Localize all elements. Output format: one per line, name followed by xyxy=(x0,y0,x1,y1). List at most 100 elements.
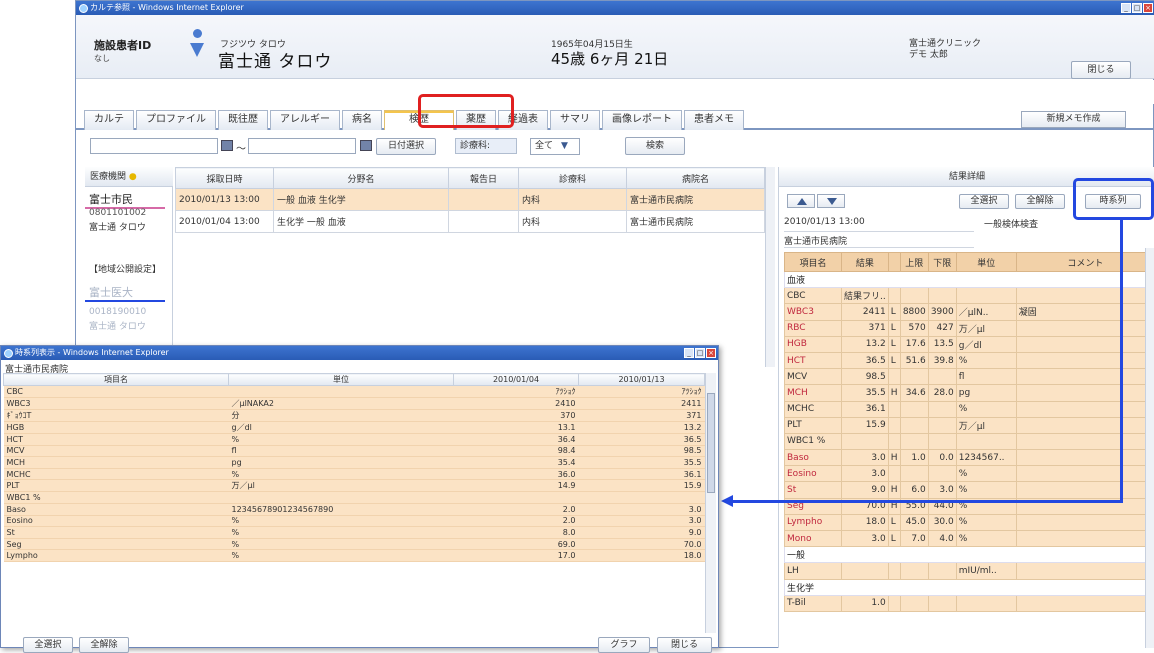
select-all-button[interactable]: 全選択 xyxy=(959,194,1009,209)
tab-allergy[interactable]: アレルギー xyxy=(270,110,340,130)
popup-cell: % xyxy=(229,527,454,539)
tab-summary[interactable]: サマリ xyxy=(550,110,600,130)
result-cell xyxy=(1016,482,1154,498)
popup-row[interactable]: CBCｱﾂｼｮｸｱﾂｼｮｸ xyxy=(4,386,705,398)
result-row[interactable]: CBC結果フリ.. xyxy=(785,288,1154,304)
popup-close-x-button[interactable]: × xyxy=(706,348,716,358)
popup-deselect-all-button[interactable]: 全解除 xyxy=(79,637,129,653)
minimize-button[interactable]: _ xyxy=(1121,3,1131,13)
window-close-button[interactable]: × xyxy=(1143,3,1153,13)
popup-close-button[interactable]: 閉じる xyxy=(657,637,712,653)
popup-select-all-button[interactable]: 全選択 xyxy=(23,637,73,653)
result-row[interactable]: RBC371L570427万／μl xyxy=(785,320,1154,336)
result-col-header[interactable]: 結果 xyxy=(842,253,889,272)
result-row[interactable]: MCHC36.1% xyxy=(785,401,1154,417)
popup-row[interactable]: ｷﾞｮｳｺT分370371 xyxy=(4,410,705,422)
graph-button[interactable]: グラフ xyxy=(598,637,650,653)
result-row[interactable]: St9.0H6.03.0% xyxy=(785,482,1154,498)
table-row[interactable]: 2010/01/04 13:00 生化学 一般 血液 内科 富士通市民病院 xyxy=(176,211,765,233)
result-row[interactable]: Baso3.0H1.00.01234567.. xyxy=(785,450,1154,466)
result-row[interactable]: T-Bil1.0 xyxy=(785,595,1154,611)
calendar-to-icon[interactable] xyxy=(360,140,372,151)
next-arrow-button[interactable] xyxy=(817,194,845,208)
tab-profile[interactable]: プロファイル xyxy=(136,110,216,130)
result-row[interactable]: MCV98.5fl xyxy=(785,369,1154,385)
tab-disease[interactable]: 病名 xyxy=(342,110,382,130)
popup-row[interactable]: MCHpg35.435.5 xyxy=(4,457,705,469)
date-from-input[interactable] xyxy=(90,138,218,154)
popup-row[interactable]: WBC1 % xyxy=(4,492,705,504)
result-row[interactable]: 生化学 xyxy=(785,579,1154,595)
dept-select[interactable]: 全て▼ xyxy=(530,138,580,155)
popup-row[interactable]: WBC3／μlNAKA224102411 xyxy=(4,398,705,410)
result-row[interactable]: MCH35.5H34.628.0pg xyxy=(785,385,1154,401)
result-cell: 4.0 xyxy=(928,531,956,547)
result-row[interactable]: HCT36.5L51.639.8% xyxy=(785,352,1154,368)
popup-row[interactable]: MCVfl98.498.5 xyxy=(4,445,705,457)
tab-history[interactable]: 既往歴 xyxy=(218,110,268,130)
result-col-header[interactable]: 下限 xyxy=(928,253,956,272)
col-header[interactable]: 分野名 xyxy=(274,168,449,189)
popup-row[interactable]: HGBg／dl13.113.2 xyxy=(4,422,705,434)
popup-row[interactable]: Lympho%17.018.0 xyxy=(4,550,705,562)
popup-col-header[interactable]: 単位 xyxy=(229,374,454,386)
result-cell: L xyxy=(888,514,900,530)
popup-row[interactable]: St%8.09.0 xyxy=(4,527,705,539)
facility-name-2[interactable]: 富士医大 xyxy=(85,284,165,302)
result-row[interactable]: WBC1 % xyxy=(785,433,1154,449)
result-col-header[interactable]: 単位 xyxy=(956,253,1016,272)
popup-cell: MCV xyxy=(4,445,229,457)
result-row[interactable]: LHmIU/ml.. xyxy=(785,563,1154,579)
result-row[interactable]: Mono3.0L7.04.0% xyxy=(785,531,1154,547)
col-header[interactable]: 採取日時 xyxy=(176,168,274,189)
result-cell: MCV xyxy=(785,369,842,385)
calendar-from-icon[interactable] xyxy=(221,140,233,151)
col-header[interactable]: 病院名 xyxy=(627,168,765,189)
result-col-header[interactable]: 項目名 xyxy=(785,253,842,272)
result-row[interactable]: 血液 xyxy=(785,272,1154,288)
date-select-button[interactable]: 日付選択 xyxy=(376,138,436,155)
prev-arrow-button[interactable] xyxy=(787,194,815,208)
result-col-header[interactable]: コメント xyxy=(1016,253,1154,272)
close-button[interactable]: 閉じる xyxy=(1071,61,1131,79)
col-header[interactable]: 診療科 xyxy=(519,168,627,189)
popup-col-header[interactable]: 2010/01/04 xyxy=(454,374,579,386)
result-row[interactable]: Eosino3.0% xyxy=(785,466,1154,482)
popup-row[interactable]: Seg%69.070.0 xyxy=(4,538,705,550)
facility-name[interactable]: 富士市民 xyxy=(85,191,165,209)
col-header[interactable]: 報告日 xyxy=(449,168,519,189)
result-cell xyxy=(1016,385,1154,401)
popup-scrollbar[interactable] xyxy=(705,373,716,633)
popup-row[interactable]: HCT%36.436.5 xyxy=(4,434,705,446)
tab-karte[interactable]: カルテ xyxy=(84,110,134,130)
result-scrollbar[interactable] xyxy=(1145,248,1154,648)
result-row[interactable]: Lympho18.0L45.030.0% xyxy=(785,514,1154,530)
result-row[interactable]: WBC32411L88003900／μlN..凝固 xyxy=(785,304,1154,320)
date-to-input[interactable] xyxy=(248,138,356,154)
popup-cell: WBC1 % xyxy=(4,492,229,504)
popup-col-header[interactable]: 2010/01/13 xyxy=(579,374,705,386)
scroll-thumb[interactable] xyxy=(707,393,715,493)
popup-row[interactable]: Baso123456789012345678902.03.0 xyxy=(4,503,705,515)
result-cell: Mono xyxy=(785,531,842,547)
popup-row[interactable]: Eosino%2.03.0 xyxy=(4,515,705,527)
popup-row[interactable]: PLT万／μl14.915.9 xyxy=(4,480,705,492)
tab-image-report[interactable]: 画像レポート xyxy=(602,110,682,130)
popup-col-header[interactable]: 項目名 xyxy=(4,374,229,386)
result-row[interactable]: 一般 xyxy=(785,547,1154,563)
center-scrollbar[interactable] xyxy=(765,167,775,367)
popup-row[interactable]: MCHC%36.036.1 xyxy=(4,468,705,480)
new-memo-button[interactable]: 新規メモ作成 xyxy=(1021,111,1126,128)
result-row[interactable]: HGB13.2L17.613.5g／dl xyxy=(785,336,1154,352)
result-col-header[interactable] xyxy=(888,253,900,272)
maximize-button[interactable]: □ xyxy=(1132,3,1142,13)
table-row[interactable]: 2010/01/13 13:00 一般 血液 生化学 内科 富士通市民病院 xyxy=(176,189,765,211)
result-col-header[interactable]: 上限 xyxy=(900,253,928,272)
result-row[interactable]: PLT15.9万／μl xyxy=(785,417,1154,433)
popup-minimize-button[interactable]: _ xyxy=(684,348,694,358)
search-button[interactable]: 検索 xyxy=(625,137,685,155)
popup-cell: 36.4 xyxy=(454,434,579,446)
tab-patient-memo[interactable]: 患者メモ xyxy=(684,110,744,130)
popup-maximize-button[interactable]: □ xyxy=(695,348,705,358)
deselect-all-button[interactable]: 全解除 xyxy=(1015,194,1065,209)
